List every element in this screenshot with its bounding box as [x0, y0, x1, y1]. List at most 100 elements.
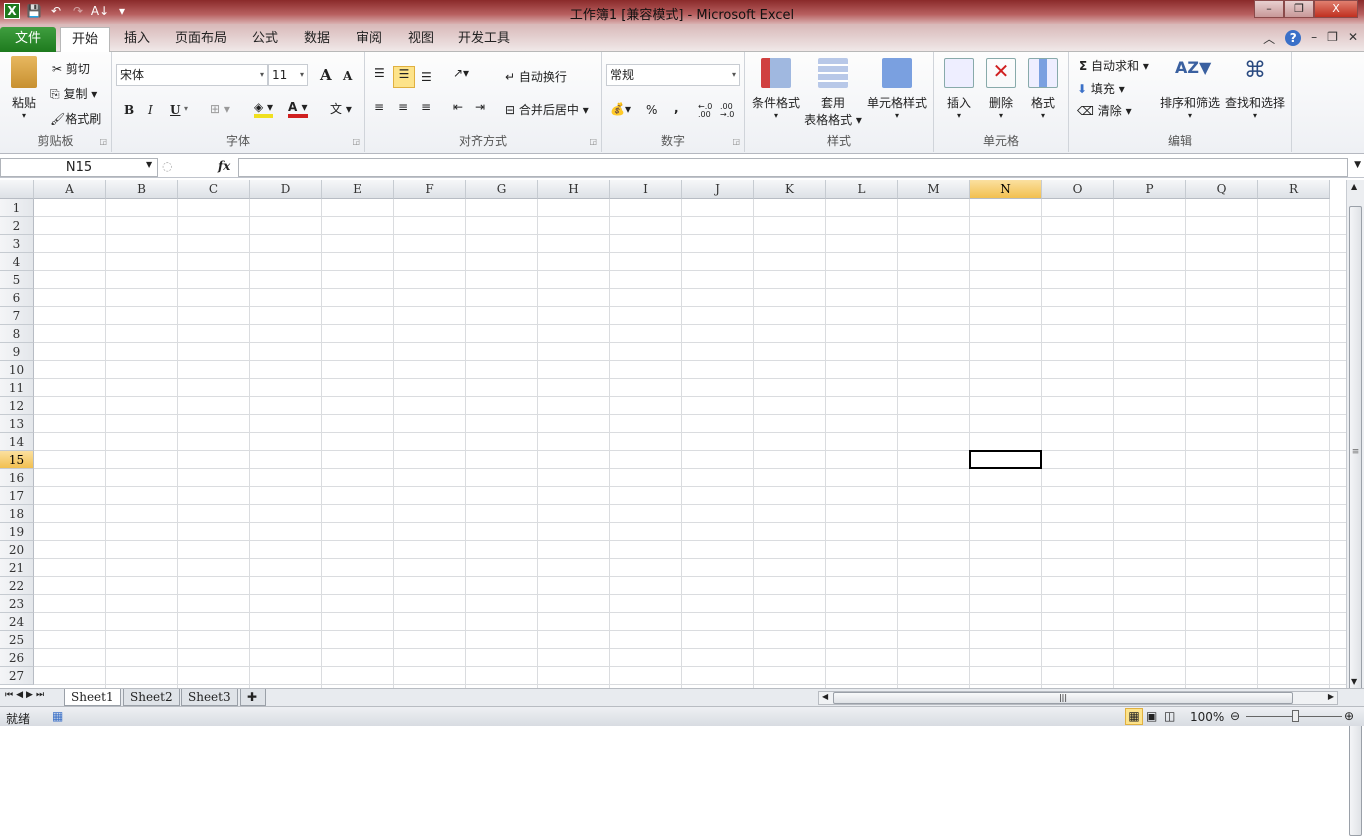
column-header-A[interactable]: A — [34, 180, 106, 199]
format-as-table-button[interactable]: 套用 表格格式 ▾ — [803, 58, 863, 128]
grow-font-button[interactable]: A — [320, 66, 332, 84]
column-header-M[interactable]: M — [898, 180, 970, 199]
row-header-3[interactable]: 3 — [0, 235, 34, 253]
row-header-9[interactable]: 9 — [0, 343, 34, 361]
minimize-button[interactable]: – — [1254, 0, 1284, 18]
font-size-select[interactable]: 11 ▾ — [268, 64, 308, 86]
row-header-14[interactable]: 14 — [0, 433, 34, 451]
tab-insert[interactable]: 插入 — [116, 27, 158, 52]
row-header-12[interactable]: 12 — [0, 397, 34, 415]
column-header-N[interactable]: N — [970, 180, 1042, 199]
column-header-L[interactable]: L — [826, 180, 898, 199]
insert-cells-button[interactable]: 插入 ▾ — [942, 58, 976, 120]
column-header-J[interactable]: J — [682, 180, 754, 199]
decrease-decimal-button[interactable]: .00 →.0 — [720, 103, 738, 119]
zoom-in-button[interactable]: ⊕ — [1344, 709, 1354, 723]
row-header-11[interactable]: 11 — [0, 379, 34, 397]
column-header-B[interactable]: B — [106, 180, 178, 199]
align-bottom-icon[interactable]: ☰ — [421, 70, 432, 84]
tab-view[interactable]: 视图 — [400, 27, 442, 52]
restore-button[interactable]: ❐ — [1284, 0, 1314, 18]
expand-formula-bar[interactable]: ▼ — [1354, 160, 1361, 170]
row-header-21[interactable]: 21 — [0, 559, 34, 577]
zoom-level[interactable]: 100% — [1190, 710, 1224, 724]
percent-button[interactable]: % — [646, 103, 657, 117]
collapse-ribbon-icon[interactable]: ︿ — [1263, 30, 1275, 47]
cut-button[interactable]: ✂ 剪切 — [52, 60, 90, 77]
column-header-P[interactable]: P — [1114, 180, 1186, 199]
page-break-view-icon[interactable]: ◫ — [1164, 709, 1175, 723]
align-left-icon[interactable]: ≡ — [374, 100, 384, 114]
row-header-19[interactable]: 19 — [0, 523, 34, 541]
tab-data[interactable]: 数据 — [296, 27, 338, 52]
dialog-launcher-icon[interactable]: ◲ — [99, 137, 107, 146]
conditional-formatting-button[interactable]: 条件格式 ▾ — [749, 58, 803, 120]
borders-icon[interactable]: ⊞ ▾ — [210, 102, 230, 116]
clear-button[interactable]: ⌫ 清除 ▾ — [1077, 102, 1132, 119]
workbook-restore-icon[interactable]: ❐ — [1327, 30, 1338, 47]
column-header-F[interactable]: F — [394, 180, 466, 199]
tab-formulas[interactable]: 公式 — [244, 27, 286, 52]
sheet-tab-sheet2[interactable]: Sheet2 — [123, 689, 180, 706]
column-header-H[interactable]: H — [538, 180, 610, 199]
row-header-16[interactable]: 16 — [0, 469, 34, 487]
underline-button[interactable]: U — [170, 103, 180, 117]
row-header-20[interactable]: 20 — [0, 541, 34, 559]
row-header-1[interactable]: 1 — [0, 199, 34, 217]
row-header-17[interactable]: 17 — [0, 487, 34, 505]
scroll-up-arrow[interactable]: ▲ — [1351, 182, 1357, 191]
wrap-text-button[interactable]: ↵ 自动换行 — [505, 68, 567, 85]
italic-button[interactable]: I — [148, 103, 153, 117]
column-header-K[interactable]: K — [754, 180, 826, 199]
fill-color-icon[interactable]: ◈ ▾ — [254, 100, 274, 118]
column-header-E[interactable]: E — [322, 180, 394, 199]
align-middle-icon[interactable]: ☰ — [393, 66, 415, 88]
find-select-button[interactable]: ⌘ 查找和选择 ▾ — [1223, 58, 1287, 120]
row-header-10[interactable]: 10 — [0, 361, 34, 379]
tab-home[interactable]: 开始 — [60, 27, 110, 53]
row-header-6[interactable]: 6 — [0, 289, 34, 307]
format-painter-button[interactable]: 🖌格式刷 — [50, 110, 101, 127]
dialog-launcher-icon[interactable]: ◲ — [352, 137, 360, 146]
active-cell[interactable] — [969, 450, 1042, 469]
name-box[interactable]: N15 — [0, 158, 158, 177]
tab-file[interactable]: 文件 — [0, 27, 56, 52]
row-header-24[interactable]: 24 — [0, 613, 34, 631]
increase-decimal-button[interactable]: ←.0 .00 — [698, 103, 716, 119]
normal-view-icon[interactable]: ▦ — [1125, 708, 1143, 725]
horizontal-scrollbar[interactable]: ◀ ||| ▶ — [818, 691, 1338, 705]
workbook-minimize-icon[interactable]: – — [1311, 30, 1317, 47]
zoom-slider-thumb[interactable] — [1292, 710, 1299, 722]
scroll-left-arrow[interactable]: ◀ — [822, 692, 828, 701]
row-header-27[interactable]: 27 — [0, 667, 34, 685]
formula-bar-handle[interactable]: ◌ — [162, 159, 172, 173]
phonetic-icon[interactable]: 文 ▾ — [330, 100, 352, 117]
currency-icon[interactable]: 💰▾ — [610, 102, 631, 116]
row-header-2[interactable]: 2 — [0, 217, 34, 235]
column-header-O[interactable]: O — [1042, 180, 1114, 199]
column-header-R[interactable]: R — [1258, 180, 1330, 199]
column-header-G[interactable]: G — [466, 180, 538, 199]
row-header-26[interactable]: 26 — [0, 649, 34, 667]
tab-developer[interactable]: 开发工具 — [452, 27, 516, 52]
page-layout-view-icon[interactable]: ▣ — [1146, 709, 1157, 723]
formula-input[interactable] — [238, 158, 1348, 177]
select-all-corner[interactable] — [0, 180, 34, 199]
align-right-icon[interactable]: ≡ — [421, 100, 431, 114]
column-header-I[interactable]: I — [610, 180, 682, 199]
increase-indent-icon[interactable]: ⇥ — [475, 100, 485, 114]
close-button[interactable]: X — [1314, 0, 1358, 18]
row-header-23[interactable]: 23 — [0, 595, 34, 613]
font-color-icon[interactable]: A ▾ — [288, 100, 308, 118]
name-box-dropdown[interactable]: ▼ — [146, 160, 152, 169]
row-header-4[interactable]: 4 — [0, 253, 34, 271]
row-header-8[interactable]: 8 — [0, 325, 34, 343]
workbook-close-icon[interactable]: ✕ — [1348, 30, 1358, 47]
autosum-button[interactable]: Σ 自动求和 ▾ — [1079, 57, 1149, 74]
scroll-right-arrow[interactable]: ▶ — [1328, 692, 1334, 701]
sheet-tab-sheet3[interactable]: Sheet3 — [181, 689, 238, 706]
tab-review[interactable]: 审阅 — [348, 27, 390, 52]
shrink-font-button[interactable]: A — [343, 69, 352, 83]
scroll-down-arrow[interactable]: ▼ — [1351, 677, 1357, 686]
paste-button[interactable]: 粘贴 ▾ — [6, 56, 42, 120]
